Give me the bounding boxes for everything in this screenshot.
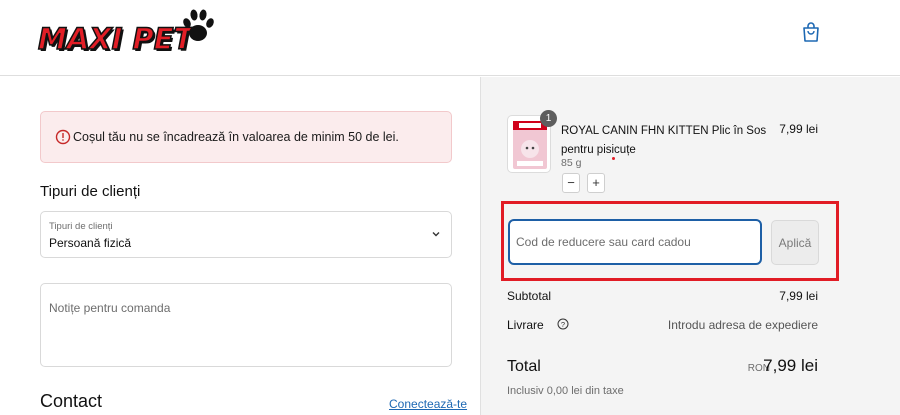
total-label: Total (507, 358, 541, 375)
minimum-order-alert: Coșul tău nu se încadrează în valoarea d… (40, 111, 452, 163)
alert-circle-icon (55, 129, 71, 145)
status-dot (612, 157, 615, 160)
total-value: 7,99 lei (763, 356, 818, 375)
decrease-quantity-button[interactable]: − (562, 173, 580, 193)
contact-heading: Contact (40, 391, 103, 411)
login-link[interactable]: Conectează-te (389, 397, 467, 411)
client-type-select[interactable]: Tipuri de clienți Persoană fizică (40, 211, 452, 258)
product-name: ROYAL CANIN FHN KITTEN Plic în Sos pentr… (561, 125, 767, 156)
order-notes-field[interactable]: Notițe pentru comanda (40, 283, 452, 367)
order-summary: 1 ROYAL CANIN FHN KITTEN Plic în Sos pen… (480, 77, 900, 415)
alert-message: Coșul tău nu se încadrează în valoarea d… (73, 130, 399, 144)
subtotal-value: 7,99 lei (779, 289, 818, 303)
site-header: MAXI PET (0, 0, 900, 76)
kitten-pouch-icon (513, 121, 547, 166)
chevron-down-icon (432, 232, 440, 237)
info-icon[interactable]: ? (557, 318, 569, 330)
subtotal-label: Subtotal (507, 289, 552, 303)
product-price: 7,99 lei (779, 122, 818, 136)
increase-quantity-button[interactable]: + (587, 173, 605, 193)
discount-code-input[interactable] (508, 219, 762, 265)
product-image (513, 121, 547, 169)
shopping-bag-icon[interactable] (801, 21, 821, 43)
product-weight: 85 g (561, 157, 582, 169)
apply-discount-button[interactable]: Aplică (771, 220, 819, 265)
client-type-heading: Tipuri de clienți (40, 183, 141, 200)
maxi-pet-logo[interactable]: MAXI PET (37, 6, 214, 66)
logo-text: MAXI PET (37, 21, 194, 57)
client-type-value: Persoană fizică (49, 236, 132, 250)
order-notes-placeholder: Notițe pentru comanda (49, 301, 171, 315)
quantity-badge: 1 (540, 110, 557, 127)
client-type-label: Tipuri de clienți (49, 221, 113, 232)
shipping-label: Livrare (507, 318, 544, 332)
svg-text:?: ? (561, 320, 565, 329)
paw-icon (183, 9, 214, 41)
shipping-value: Introdu adresa de expediere (667, 318, 818, 332)
tax-note: Inclusiv 0,00 lei din taxe (507, 385, 624, 397)
checkout-form: Coșul tău nu se încadrează în valoarea d… (0, 77, 480, 415)
